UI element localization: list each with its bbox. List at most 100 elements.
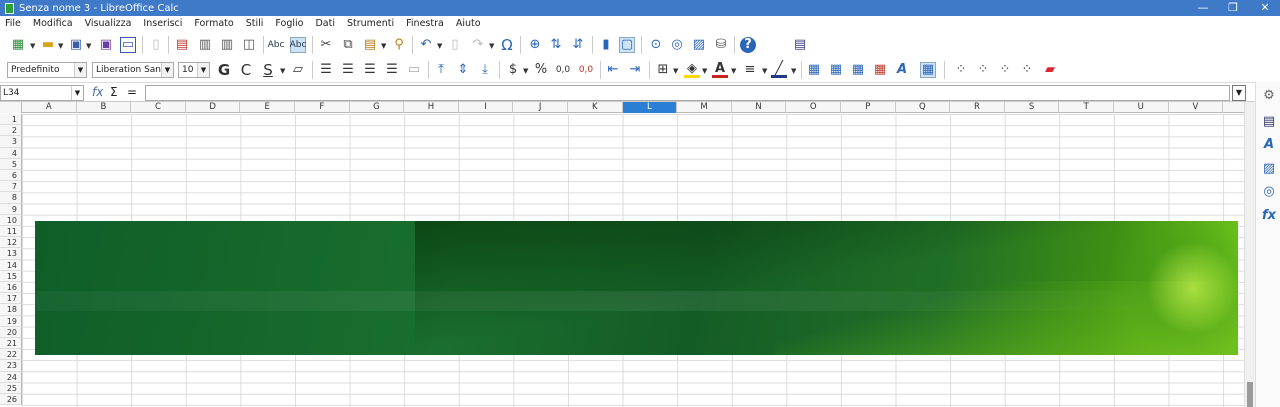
print-direct-icon[interactable]: ▥	[219, 37, 235, 53]
extension-icon[interactable]: ▤	[792, 37, 808, 53]
select-all-corner[interactable]	[0, 102, 22, 113]
row-header[interactable]: 15	[0, 270, 22, 282]
insert-rows-icon[interactable]: ▦	[828, 62, 844, 78]
trace-precedents-icon[interactable]: ⁘	[953, 62, 969, 78]
align-middle-icon[interactable]: ⇕	[455, 62, 471, 78]
sort-descending-icon[interactable]: ⇵	[570, 37, 586, 53]
menu-inserisci[interactable]: Inserisci	[143, 18, 182, 29]
border-style-dropdown-icon[interactable]: ▼	[762, 67, 767, 75]
row-header[interactable]: 8	[0, 192, 22, 204]
row-header[interactable]: 5	[0, 158, 22, 170]
delete-rows-icon[interactable]: ▦	[872, 62, 888, 78]
cut-icon[interactable]: ✂	[318, 37, 334, 53]
pivot-table-icon[interactable]: ▢	[619, 37, 635, 53]
insert-image-icon[interactable]: ▨	[691, 37, 707, 53]
merge-cells-icon[interactable]: ▭	[406, 62, 422, 78]
background-color-dropdown-icon[interactable]: ▼	[702, 67, 707, 75]
minimize-button[interactable]: —	[1188, 0, 1218, 16]
column-header[interactable]: H	[404, 102, 459, 113]
restore-button[interactable]: ❐	[1218, 0, 1248, 16]
delete-decimal-icon[interactable]: 0,0	[578, 62, 594, 78]
chevron-down-icon[interactable]: ▼	[197, 63, 209, 77]
underline-dropdown-icon[interactable]: ▼	[280, 67, 285, 75]
help-icon[interactable]: ?	[740, 37, 756, 53]
menu-formato[interactable]: Formato	[194, 18, 233, 29]
border-color-icon[interactable]: ╱	[771, 61, 787, 78]
insert-columns-icon[interactable]: ▦	[850, 62, 866, 78]
row-header[interactable]: 22	[0, 349, 22, 361]
gallery-icon[interactable]: ▨	[1261, 161, 1277, 177]
open-dropdown-icon[interactable]: ▼	[58, 42, 63, 50]
paste-icon[interactable]: ▤	[362, 37, 378, 53]
chevron-down-icon[interactable]: ▼	[161, 63, 173, 77]
paragraph-style-select[interactable]: Predefinito ▼	[7, 62, 87, 78]
font-color-icon[interactable]: A	[712, 61, 728, 78]
column-header[interactable]: G	[350, 102, 405, 113]
save-as-icon[interactable]: ▣	[98, 37, 114, 53]
currency-dropdown-icon[interactable]: ▼	[523, 67, 528, 75]
menu-dati[interactable]: Dati	[315, 18, 335, 29]
borders-icon[interactable]: ⊞	[655, 62, 671, 78]
new-dropdown-icon[interactable]: ▼	[30, 42, 35, 50]
borders-dropdown-icon[interactable]: ▼	[673, 67, 678, 75]
edit-file-icon[interactable]: ▯	[148, 37, 164, 53]
function-wizard-icon[interactable]: fx	[92, 85, 103, 99]
justify-icon[interactable]: ☰	[384, 62, 400, 78]
row-header[interactable]: 1	[0, 114, 22, 126]
scrollbar-thumb[interactable]	[1247, 382, 1253, 407]
column-header[interactable]: N	[732, 102, 787, 113]
column-header[interactable]: F	[295, 102, 350, 113]
column-header[interactable]: A	[22, 102, 77, 113]
vertical-scrollbar[interactable]	[1244, 102, 1255, 407]
row-header[interactable]: 6	[0, 170, 22, 182]
special-character-icon[interactable]: Ω	[499, 37, 515, 53]
properties-icon[interactable]: ▤	[1261, 114, 1277, 130]
column-header[interactable]: R	[950, 102, 1005, 113]
sort-ascending-icon[interactable]: ⇅	[548, 37, 564, 53]
formula-icon[interactable]: =	[127, 85, 137, 99]
redo-dropdown-icon[interactable]: ▼	[489, 42, 494, 50]
border-style-icon[interactable]: ≡	[742, 62, 758, 78]
chevron-down-icon[interactable]: ▼	[71, 86, 83, 100]
functions-icon[interactable]: fx	[1261, 208, 1277, 224]
undo-dropdown-icon[interactable]: ▼	[437, 42, 442, 50]
save-dropdown-icon[interactable]: ▼	[86, 42, 91, 50]
column-header[interactable]: E	[240, 102, 295, 113]
formula-input[interactable]	[145, 85, 1230, 101]
column-header[interactable]: S	[1005, 102, 1060, 113]
align-left-icon[interactable]: ☰	[318, 62, 334, 78]
navigator-icon[interactable]: ◎	[669, 37, 685, 53]
print-icon[interactable]: ▥	[197, 37, 213, 53]
find-replace-icon[interactable]: ⊕	[527, 37, 543, 53]
navigator-sidebar-icon[interactable]: ◎	[1261, 184, 1277, 200]
open-icon[interactable]: ▬	[40, 37, 56, 53]
row-header[interactable]: 4	[0, 147, 22, 159]
row-header[interactable]: 11	[0, 226, 22, 238]
print-preview-icon[interactable]: ◫	[241, 37, 257, 53]
row-header[interactable]: 9	[0, 203, 22, 215]
paste-dropdown-icon[interactable]: ▼	[381, 42, 386, 50]
sum-icon[interactable]: Σ	[110, 85, 118, 99]
conditional-format-icon[interactable]: ▦	[806, 62, 822, 78]
background-color-icon[interactable]: ◈	[684, 61, 700, 78]
new-icon[interactable]: ▦	[10, 37, 26, 53]
percent-icon[interactable]: %	[533, 62, 549, 78]
column-header[interactable]: J	[513, 102, 568, 113]
redo-icon[interactable]: ↷	[470, 37, 486, 53]
data-source-icon[interactable]: ⛁	[713, 37, 729, 53]
column-header[interactable]: O	[786, 102, 841, 113]
trace-dependents-icon[interactable]: ⁘	[997, 62, 1013, 78]
column-header[interactable]: U	[1114, 102, 1169, 113]
row-header[interactable]: 17	[0, 293, 22, 305]
row-header[interactable]: 7	[0, 181, 22, 193]
column-header[interactable]: T	[1059, 102, 1114, 113]
align-right-icon[interactable]: ☰	[362, 62, 378, 78]
menu-file[interactable]: File	[5, 18, 21, 29]
menu-foglio[interactable]: Foglio	[275, 18, 303, 29]
zoom-icon[interactable]: ⊙	[648, 37, 664, 53]
align-top-icon[interactable]: ⤒	[433, 62, 449, 78]
currency-icon[interactable]: $	[505, 62, 521, 78]
decrease-indent-icon[interactable]: ⇤	[605, 62, 621, 78]
remove-precedents-icon[interactable]: ⁘	[975, 62, 991, 78]
styles-sidebar-icon[interactable]: A	[1261, 137, 1277, 153]
